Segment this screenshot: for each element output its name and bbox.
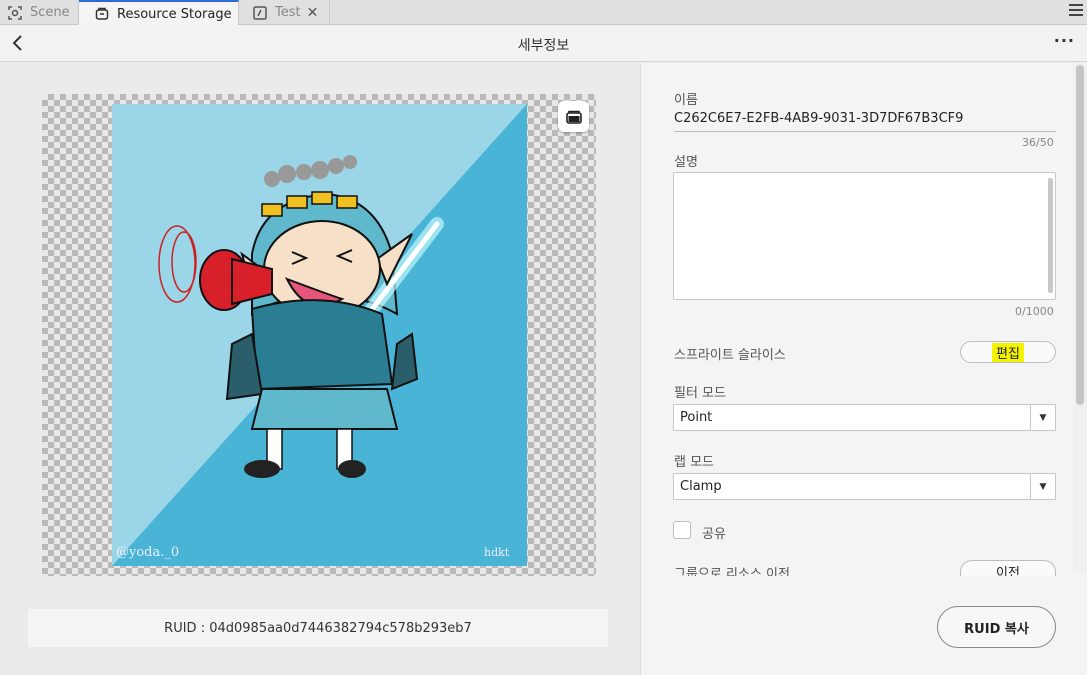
edit-sprite-slice-button[interactable]: 편집 xyxy=(960,341,1056,363)
description-textarea[interactable] xyxy=(673,172,1056,300)
filter-mode-value: Point xyxy=(680,410,713,425)
wrap-mode-value: Clamp xyxy=(680,479,722,494)
tab-bar: Scene Resource Storage Test ✕ xyxy=(0,0,1087,26)
panel-scrollbar[interactable] xyxy=(1073,63,1087,573)
watermark-right: hdkt xyxy=(484,546,510,559)
chevron-down-icon: ▼ xyxy=(1030,405,1055,430)
tab-label: Scene xyxy=(30,5,70,20)
menu-icon[interactable] xyxy=(1069,4,1083,18)
card-icon xyxy=(565,110,582,124)
background-toggle-button[interactable] xyxy=(558,101,589,132)
sprite-slice-label: 스프라이트 슬라이스 xyxy=(674,348,786,363)
wrap-mode-label: 랩 모드 xyxy=(674,455,715,470)
filter-mode-select[interactable]: Point ▼ xyxy=(673,404,1056,431)
ruid-display: RUID : 04d0985aa0d7446382794c578b293eb7 xyxy=(28,609,608,647)
move-group-label: 그룹으로 리소스 이전 xyxy=(674,567,790,576)
scene-icon xyxy=(8,5,22,20)
share-label: 공유 xyxy=(702,527,726,542)
description-label: 설명 xyxy=(674,155,698,170)
watermark-left: @yoda._0 xyxy=(116,545,179,560)
copy-ruid-button[interactable]: RUID 복사 xyxy=(937,606,1056,648)
edit-label: 편집 xyxy=(992,342,1024,362)
wrap-mode-select[interactable]: Clamp ▼ xyxy=(673,473,1056,500)
sprite-preview: @yoda._0 hdkt xyxy=(42,94,596,576)
detail-header: 세부정보 ··· xyxy=(0,25,1087,62)
name-label: 이름 xyxy=(674,93,698,108)
tab-scene[interactable]: Scene xyxy=(0,0,79,25)
name-counter: 36/50 xyxy=(1022,136,1054,149)
properties-panel: 이름 C262C6E7-E2FB-4AB9-9031-3D7DF67B3CF9 … xyxy=(640,63,1087,675)
storage-icon xyxy=(95,7,109,21)
name-field[interactable]: C262C6E7-E2FB-4AB9-9031-3D7DF67B3CF9 xyxy=(674,111,1056,132)
description-counter: 0/1000 xyxy=(1015,305,1054,318)
close-icon[interactable]: ✕ xyxy=(307,5,319,21)
share-checkbox[interactable] xyxy=(673,521,691,539)
preview-panel: @yoda._0 hdkt RUID : 04d0985aa0d74463827… xyxy=(0,63,640,675)
tab-test[interactable]: Test ✕ xyxy=(239,0,330,25)
chevron-down-icon: ▼ xyxy=(1030,474,1055,499)
script-icon xyxy=(253,5,267,20)
page-title: 세부정보 xyxy=(517,38,570,54)
sprite-image: @yoda._0 hdkt xyxy=(112,104,527,566)
more-options-icon[interactable]: ··· xyxy=(1054,31,1075,50)
tab-label: Resource Storage xyxy=(117,6,232,22)
tab-label: Test xyxy=(275,5,301,20)
move-button[interactable]: 이전 xyxy=(960,560,1056,576)
tab-resource-storage[interactable]: Resource Storage xyxy=(79,0,239,26)
filter-mode-label: 필터 모드 xyxy=(674,386,726,401)
